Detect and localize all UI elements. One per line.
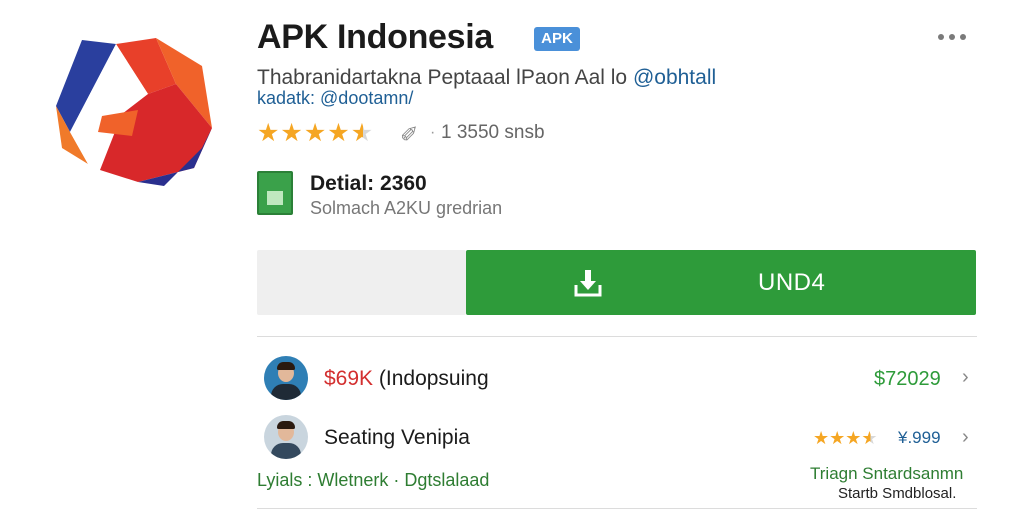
star-icon: ★ — [257, 119, 280, 147]
star-icon: ★ — [845, 428, 862, 448]
more-options-button[interactable] — [928, 26, 976, 48]
install-label: UND4 — [758, 269, 826, 296]
chevron-right-icon[interactable]: › — [962, 366, 969, 389]
app-subtitle: Thabranidartakna Peptaaal lPaon Aal lo @… — [257, 66, 716, 90]
tags-line[interactable]: Lyials : Wletnerk · Dgtslalaad — [257, 470, 489, 491]
detail-subtitle: Solmach A2KU gredrian — [310, 198, 503, 218]
apk-badge: APK — [534, 27, 580, 51]
detail-icon — [257, 171, 293, 215]
star-icon: ★ — [829, 428, 846, 448]
footer-right-line2: Startb Smdblosal. — [838, 485, 957, 502]
avatar[interactable] — [264, 415, 308, 459]
star-icon: ★ — [280, 119, 303, 147]
more-icon — [949, 34, 955, 40]
rating-stars: ★ ★ ★ ★ — [813, 428, 878, 448]
pin-icon: ✐ — [400, 122, 419, 147]
divider — [257, 508, 977, 509]
developer-link[interactable]: @obhtall — [633, 66, 716, 89]
more-icon — [938, 34, 944, 40]
rating-stars: ★ ★ ★ ★ ★ — [257, 119, 373, 147]
list-item-title[interactable]: Seating Venipia — [324, 426, 470, 450]
half-star-icon: ★ — [350, 119, 374, 147]
download-icon — [574, 270, 602, 297]
app-logo — [56, 38, 212, 186]
star-icon: ★ — [813, 428, 830, 448]
list-item-value: $72029 — [874, 368, 941, 390]
separator: · — [430, 124, 436, 141]
subtitle-text: Thabranidartakna Peptaaal lPaon Aal lo — [257, 66, 628, 89]
chevron-right-icon[interactable]: › — [962, 426, 969, 449]
half-star-icon: ★ — [861, 428, 878, 448]
review-count: 1 3550 snsb — [441, 122, 545, 143]
more-icon — [960, 34, 966, 40]
install-button[interactable]: UND4 — [466, 250, 976, 315]
list-item-value: ¥.999 — [898, 428, 941, 447]
divider — [257, 336, 977, 337]
list-item-title[interactable]: $69K (Indopsuing — [324, 367, 489, 391]
footer-right-line1: Triagn Sntardsanmn — [810, 464, 964, 483]
detail-title: Detial: 2360 — [310, 172, 427, 195]
star-icon: ★ — [303, 119, 327, 147]
avatar[interactable] — [264, 356, 308, 400]
developer-handle[interactable]: kadatk: @dootamn/ — [257, 88, 413, 109]
star-icon: ★ — [327, 119, 350, 147]
price-tag: $69K — [324, 367, 374, 390]
app-title: APK Indonesia — [257, 18, 494, 56]
secondary-button[interactable] — [257, 250, 466, 315]
